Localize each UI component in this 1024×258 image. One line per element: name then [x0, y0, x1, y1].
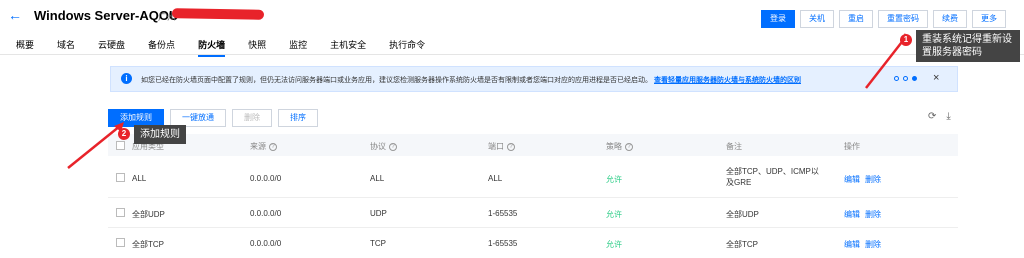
- annotation-callout-2: 添加规则: [134, 125, 186, 144]
- annotation-callout-1: 重装系统记得重新设置服务器密码: [916, 30, 1020, 62]
- page: ← Windows Server-AQOU 广州 登录 关机 重启 重置密码 续…: [0, 0, 1024, 258]
- annotation-arrow-1: [865, 37, 906, 89]
- annotation-number-2: 2: [118, 128, 130, 140]
- annotation-number-1: 1: [900, 34, 912, 46]
- annotation-arrow-2: [67, 125, 121, 169]
